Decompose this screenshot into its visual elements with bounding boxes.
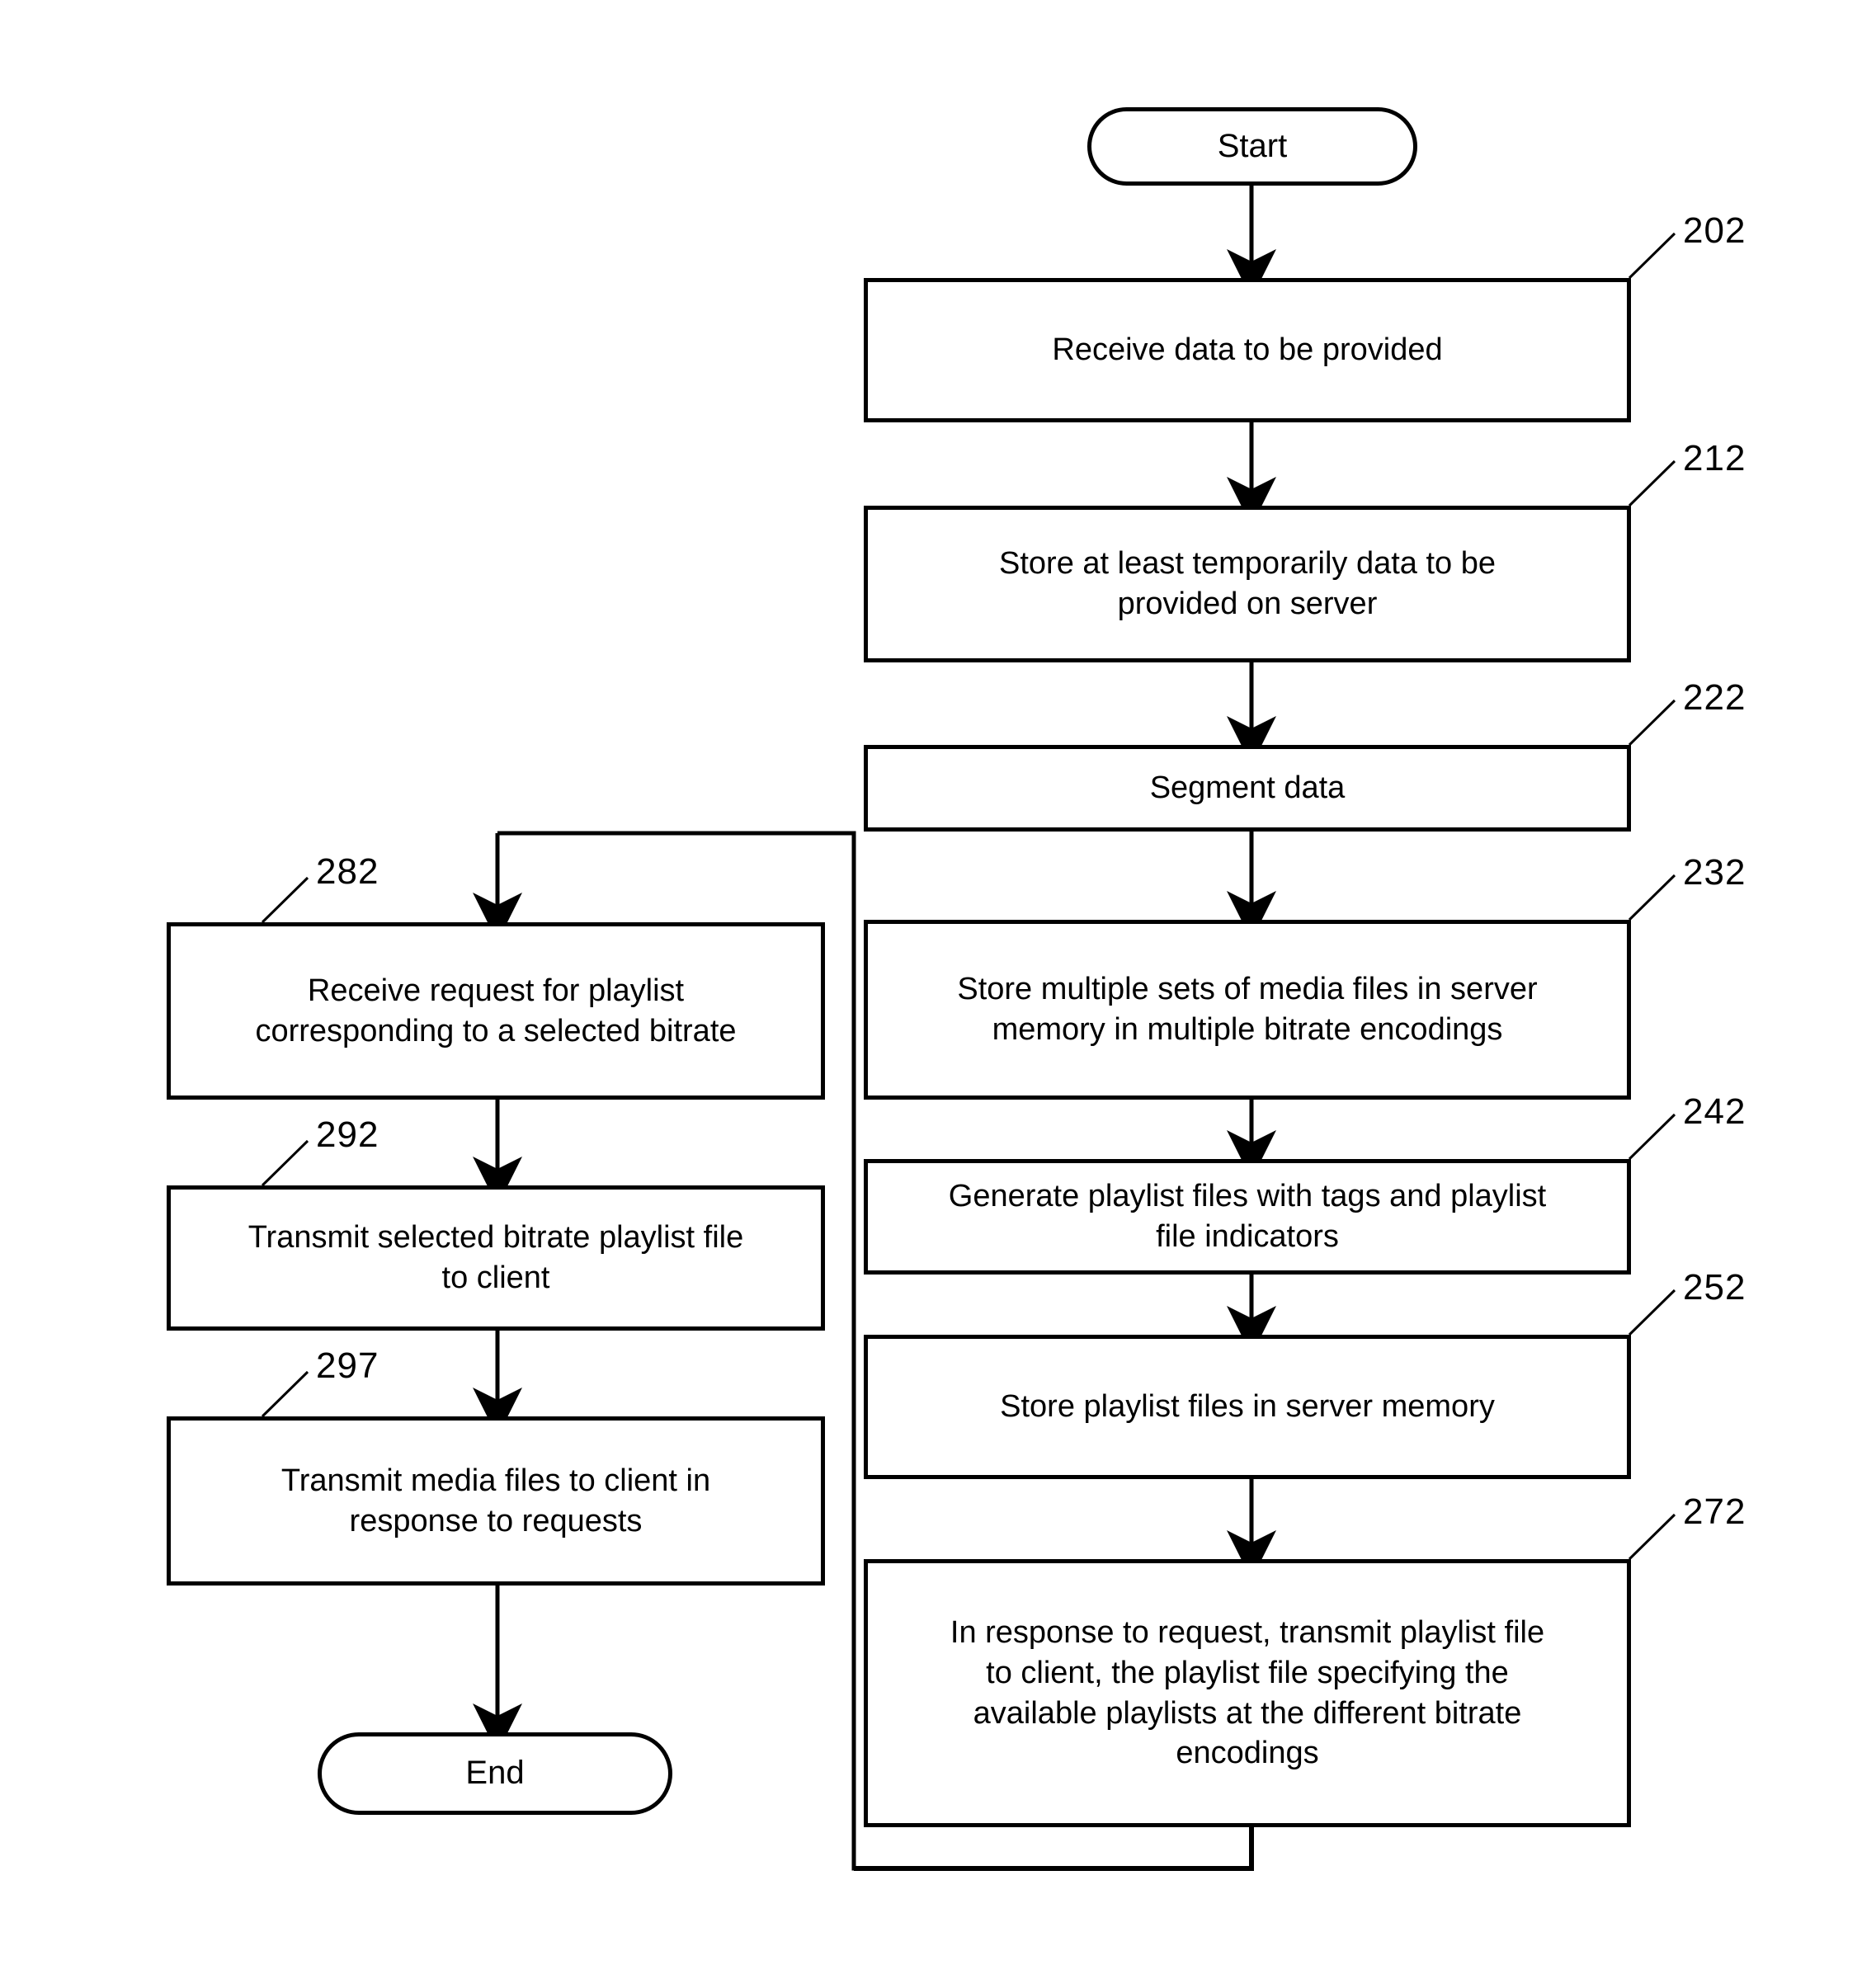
node-272[interactable]: In response to request, transmit playlis…: [864, 1559, 1631, 1827]
ref-label-272: 272: [1683, 1491, 1746, 1532]
leader-202: [1628, 232, 1676, 280]
node-292-label: Transmit selected bitrate playlist file …: [247, 1220, 744, 1295]
node-232-label: Store multiple sets of media files in se…: [957, 972, 1538, 1047]
leader-232: [1628, 874, 1676, 921]
node-272-label: In response to request, transmit playlis…: [950, 1615, 1545, 1771]
node-202-label: Receive data to be provided: [1052, 332, 1443, 368]
leader-297: [261, 1370, 309, 1418]
leader-242: [1628, 1113, 1676, 1161]
ref-label-252: 252: [1683, 1267, 1746, 1308]
node-282-label: Receive request for playlist correspondi…: [255, 973, 737, 1048]
leader-282: [261, 876, 309, 924]
ref-label-242: 242: [1683, 1091, 1746, 1132]
leader-272: [1628, 1513, 1676, 1561]
leader-222: [1628, 699, 1676, 747]
ref-label-232: 232: [1683, 852, 1746, 893]
node-end[interactable]: End: [318, 1732, 672, 1815]
node-297-label: Transmit media files to client in respon…: [280, 1463, 711, 1538]
node-242[interactable]: Generate playlist files with tags and pl…: [864, 1159, 1631, 1275]
ref-label-212: 212: [1683, 438, 1746, 478]
node-start-label: Start: [1217, 127, 1288, 164]
node-292[interactable]: Transmit selected bitrate playlist file …: [167, 1185, 825, 1331]
node-212[interactable]: Store at least temporarily data to be pr…: [864, 506, 1631, 662]
node-252-label: Store playlist files in server memory: [1000, 1389, 1495, 1425]
node-start[interactable]: Start: [1087, 107, 1417, 186]
ref-label-282: 282: [316, 851, 379, 892]
node-end-label: End: [465, 1755, 525, 1792]
node-222[interactable]: Segment data: [864, 745, 1631, 832]
ref-label-202: 202: [1683, 210, 1746, 251]
leader-252: [1628, 1289, 1676, 1336]
ref-label-292: 292: [316, 1114, 379, 1155]
node-297[interactable]: Transmit media files to client in respon…: [167, 1416, 825, 1586]
flowchart-canvas: Start Receive data to be provided 202 St…: [0, 0, 1876, 1979]
node-222-label: Segment data: [1149, 770, 1346, 806]
node-242-label: Generate playlist files with tags and pl…: [948, 1179, 1547, 1254]
ref-label-297: 297: [316, 1345, 379, 1386]
node-282[interactable]: Receive request for playlist correspondi…: [167, 922, 825, 1100]
node-232[interactable]: Store multiple sets of media files in se…: [864, 920, 1631, 1100]
ref-label-222: 222: [1683, 677, 1746, 718]
node-212-label: Store at least temporarily data to be pr…: [999, 546, 1496, 621]
leader-212: [1628, 459, 1676, 507]
edge-272-loopback-base: [854, 1827, 1254, 1871]
node-202[interactable]: Receive data to be provided: [864, 278, 1631, 422]
leader-292: [261, 1139, 309, 1187]
node-252[interactable]: Store playlist files in server memory: [864, 1335, 1631, 1479]
